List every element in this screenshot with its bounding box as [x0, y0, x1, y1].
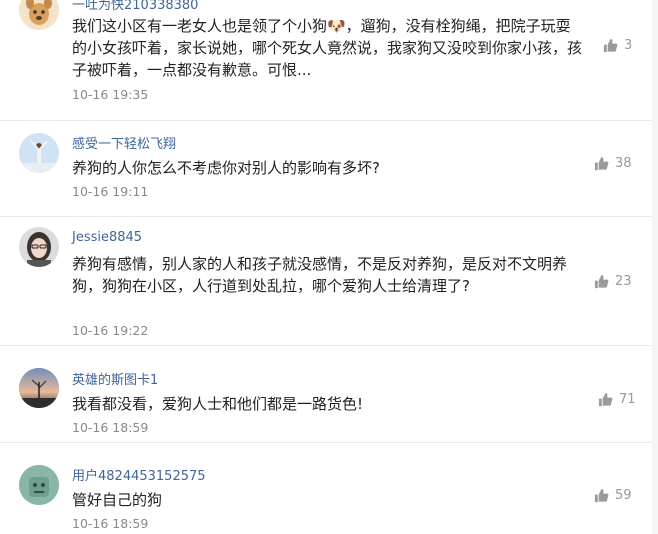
comment-item: 感受一下轻松飞翔 养狗的人你怎么不考虑你对别人的影响有多坏? 10-16 19:… — [0, 121, 658, 217]
comment-item: 用户4824453152575 管好自己的狗 10-16 18:59 59 — [0, 443, 658, 534]
like-count: 71 — [619, 392, 636, 407]
comment-text: 养狗的人你怎么不考虑你对别人的影响有多坏? — [72, 159, 380, 177]
comment-time: 10-16 18:59 — [72, 516, 149, 531]
avatar[interactable] — [19, 465, 59, 505]
comment-time: 10-16 19:22 — [72, 323, 149, 338]
like-button[interactable]: 71 — [598, 392, 636, 407]
thumbs-up-icon — [594, 274, 609, 289]
like-count: 38 — [615, 156, 632, 171]
username[interactable]: 英雄的斯图卡1 — [72, 369, 158, 388]
comment-time: 10-16 19:35 — [72, 87, 149, 102]
like-count: 59 — [615, 488, 632, 503]
comment-item: 英雄的斯图卡1 我看都没看，爱狗人士和他们都是一路货色! 10-16 18:59… — [0, 346, 658, 442]
avatar[interactable] — [19, 368, 59, 408]
comment-text: 我看都没看，爱狗人士和他们都是一路货色! — [72, 395, 364, 413]
like-button[interactable]: 59 — [594, 488, 632, 503]
comment-item: 一吐为快210338380 我们这小区有一老女人也是领了个小狗🐶，遛狗，没有栓狗… — [0, 0, 658, 120]
comment-item: Jessie8845 养狗有感情，别人家的人和孩子就没感情，不是反对养狗，是反对… — [0, 217, 658, 345]
like-count: 23 — [615, 274, 632, 289]
avatar[interactable] — [19, 133, 59, 173]
avatar[interactable] — [19, 0, 59, 30]
comment-time: 10-16 18:59 — [72, 420, 149, 435]
thumbs-up-icon — [603, 38, 618, 53]
like-button[interactable]: 3 — [603, 38, 632, 53]
avatar[interactable] — [19, 227, 59, 267]
thumbs-up-icon — [594, 156, 609, 171]
scroll-edge — [652, 0, 658, 534]
like-count: 3 — [624, 38, 633, 53]
comment-time: 10-16 19:11 — [72, 184, 149, 199]
like-button[interactable]: 23 — [594, 274, 632, 289]
username[interactable]: 感受一下轻松飞翔 — [72, 133, 176, 152]
comment-text: 我们这小区有一老女人也是领了个小狗🐶，遛狗，没有栓狗绳，把院子玩耍的小女孩吓着，… — [72, 17, 583, 79]
like-button[interactable]: 38 — [594, 156, 632, 171]
comment-text: 养狗有感情，别人家的人和孩子就没感情，不是反对养狗，是反对不文明养狗，狗狗在小区… — [72, 255, 568, 295]
username[interactable]: Jessie8845 — [72, 230, 142, 245]
username[interactable]: 用户4824453152575 — [72, 465, 206, 484]
thumbs-up-icon — [598, 392, 613, 407]
thumbs-up-icon — [594, 488, 609, 503]
username[interactable]: 一吐为快210338380 — [72, 0, 198, 13]
comment-text: 管好自己的狗 — [72, 491, 163, 509]
